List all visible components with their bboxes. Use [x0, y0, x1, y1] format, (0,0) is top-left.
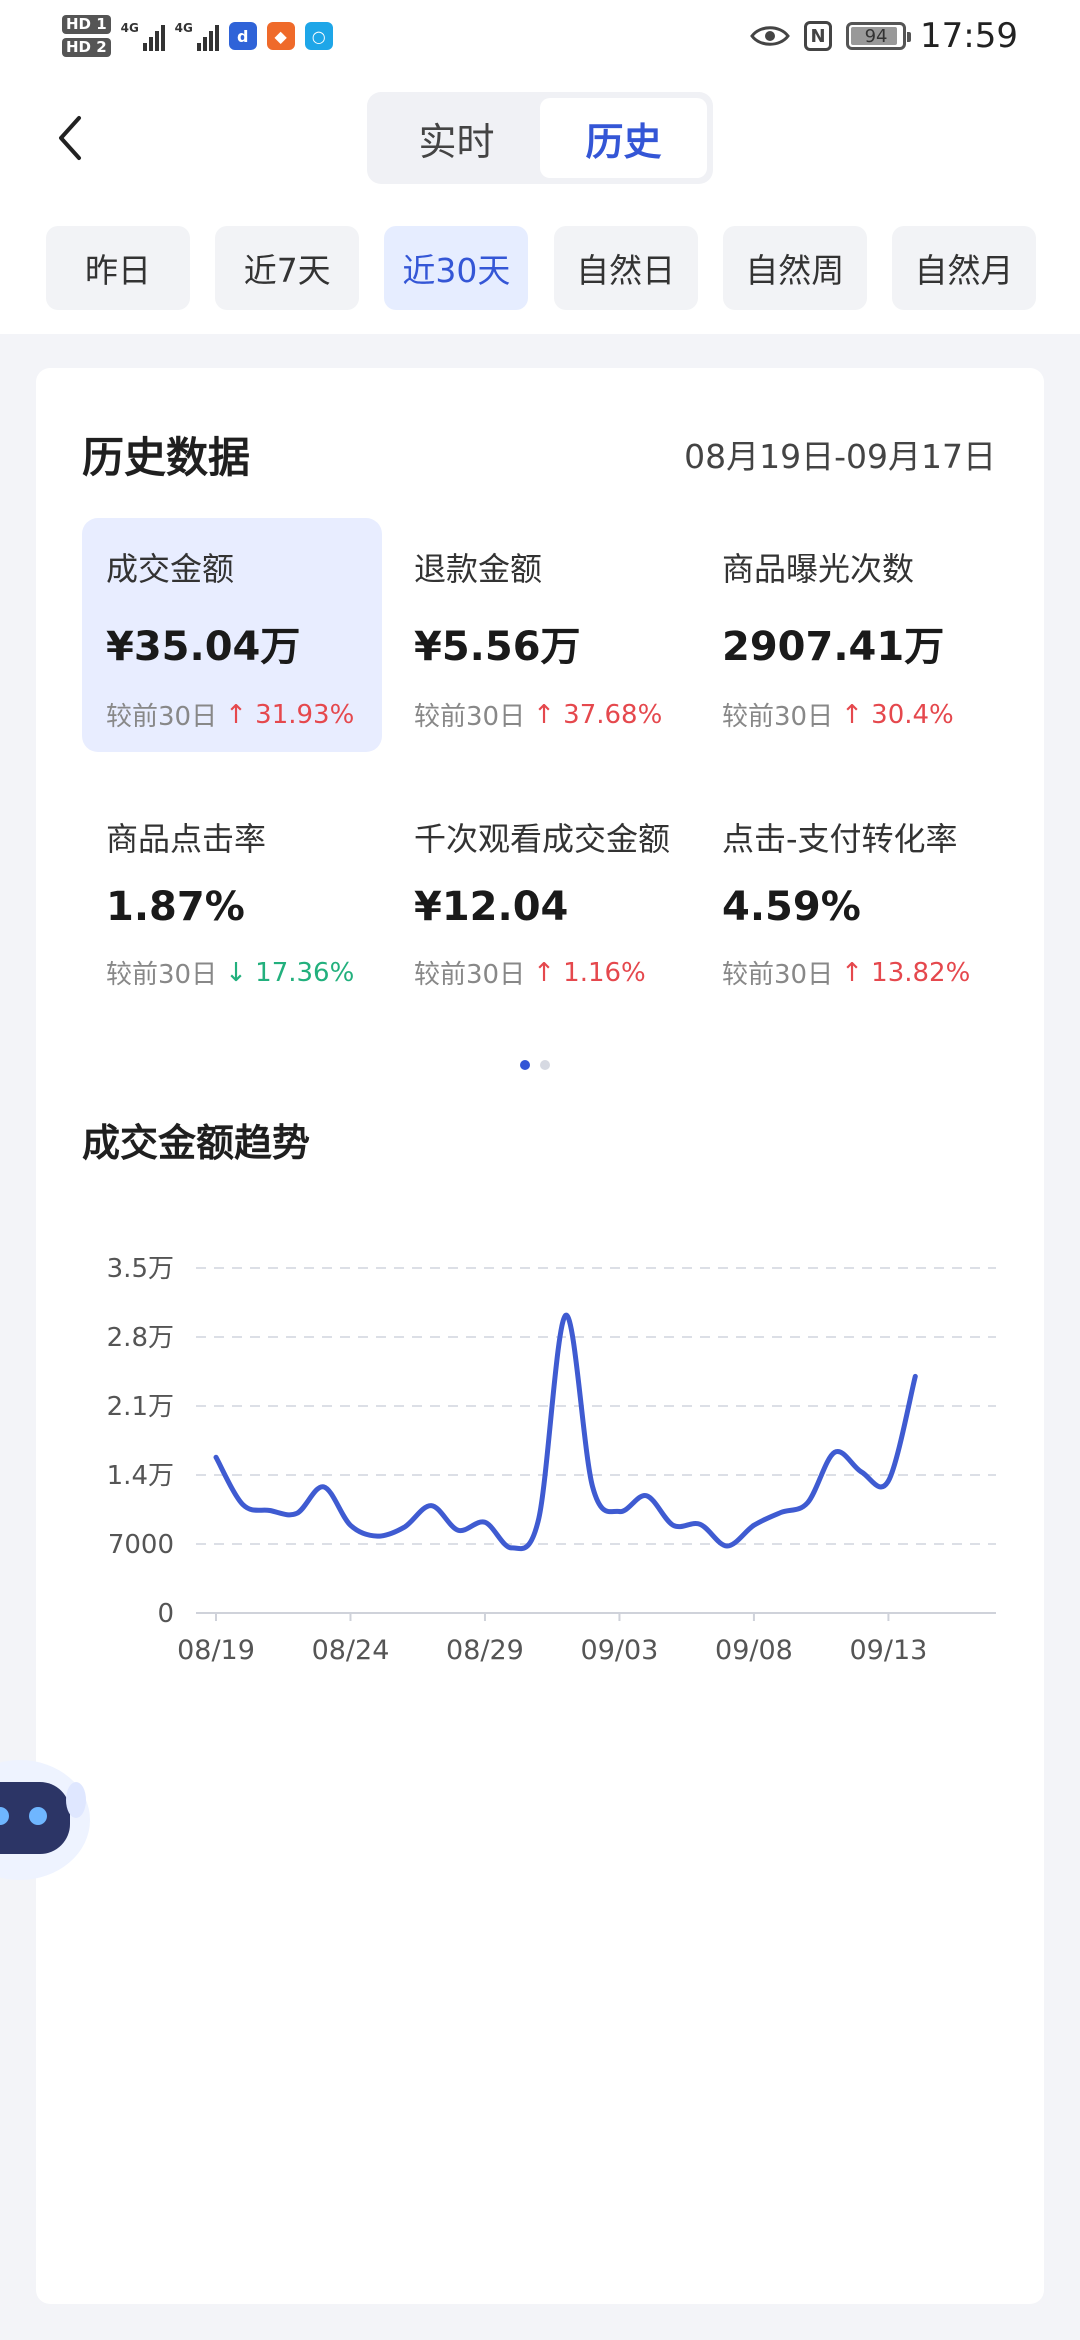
y-tick-label: 1.4万	[107, 1461, 174, 1491]
filter-natural-month[interactable]: 自然月	[891, 226, 1036, 310]
metric-value: ¥12.04	[414, 884, 569, 930]
x-tick-label: 08/19	[177, 1635, 255, 1666]
page-indicator	[520, 1060, 550, 1070]
metric-card-conversion[interactable]: 点击-支付转化率 4.59% 较前30日 ↑ 13.82%	[698, 788, 998, 1022]
metric-label: 成交金额	[106, 550, 235, 588]
metric-compare: 较前30日 ↓ 17.36%	[106, 957, 355, 991]
x-tick-label: 09/03	[581, 1635, 659, 1666]
x-tick-label: 09/13	[850, 1635, 928, 1666]
realtime-history-switch: 实时 历史	[367, 92, 713, 184]
date-range: 08月19日-09月17日	[684, 437, 996, 476]
metric-card-impressions[interactable]: 商品曝光次数 2907.41万 较前30日 ↑ 30.4%	[698, 518, 998, 752]
metric-value: 1.87%	[106, 884, 245, 930]
trend-title: 成交金额趋势	[82, 1121, 311, 1165]
x-tick-label: 09/08	[715, 1635, 793, 1666]
gmv-trend-chart: 0 7000 1.4万 2.1万 2.8万 3.5万 08/19 08/24 08/29 09/0…	[107, 1254, 996, 1666]
x-tick-label: 08/24	[312, 1635, 390, 1666]
gmv-series-line	[213, 1312, 918, 1552]
arrow-up-icon: ↑	[225, 699, 247, 730]
arrow-up-icon: ↑	[841, 957, 863, 988]
metric-card-refund[interactable]: 退款金额 ¥5.56万 较前30日 ↑ 37.68%	[390, 518, 690, 752]
arrow-up-icon: ↑	[533, 957, 555, 988]
filter-7-days[interactable]: 近7天	[215, 226, 360, 310]
metric-compare: 较前30日 ↑ 37.68%	[414, 699, 663, 733]
metric-compare: 较前30日 ↑ 30.4%	[722, 699, 954, 733]
metric-value: 2907.41万	[722, 624, 945, 670]
signal-icon-1: 4G	[121, 21, 165, 51]
filter-natural-week[interactable]: 自然周	[722, 226, 867, 310]
nfc-icon: N	[804, 21, 833, 51]
metric-label: 点击-支付转化率	[722, 820, 958, 858]
page-dot-active	[520, 1060, 530, 1070]
metric-label: 商品曝光次数	[722, 550, 915, 588]
arrow-up-icon: ↑	[533, 699, 555, 730]
metric-value: ¥35.04万	[106, 624, 301, 670]
battery-icon: 94	[846, 22, 912, 50]
signal-icon-2: 4G	[175, 21, 219, 51]
metric-compare: 较前30日 ↑ 31.93%	[106, 699, 355, 733]
app-notification-icon: ◆	[266, 22, 295, 50]
filter-30-days[interactable]: 近30天	[384, 226, 529, 310]
metric-card-ctr[interactable]: 商品点击率 1.87% 较前30日 ↓ 17.36%	[82, 788, 382, 1022]
metric-label: 退款金额	[414, 550, 543, 588]
tab-history[interactable]: 历史	[540, 98, 707, 178]
header-area: HD 1 HD 2 4G 4G d ◆ ○ N 94 17:59 实时 历史 昨…	[0, 0, 1080, 334]
metric-card-gpm[interactable]: 千次观看成交金额 ¥12.04 较前30日 ↑ 1.16%	[390, 788, 690, 1022]
metric-card-gmv[interactable]: 成交金额 ¥35.04万 较前30日 ↑ 31.93%	[82, 518, 382, 752]
history-data-card: 历史数据 08月19日-09月17日 成交金额 ¥35.04万 较前30日 ↑ …	[36, 368, 1044, 2304]
y-tick-label: 7000	[108, 1530, 174, 1560]
sim2-badge: HD 2	[62, 38, 111, 57]
app-notification-icon: d	[228, 22, 257, 50]
y-tick-label: 3.5万	[107, 1254, 174, 1284]
status-bar: HD 1 HD 2 4G 4G d ◆ ○ N 94 17:59	[0, 0, 1080, 72]
x-tick-label: 08/29	[446, 1635, 524, 1666]
tab-realtime[interactable]: 实时	[373, 98, 540, 178]
metric-label: 商品点击率	[106, 820, 267, 858]
clock: 17:59	[920, 16, 1018, 56]
metric-label: 千次观看成交金额	[414, 820, 671, 858]
back-button[interactable]	[48, 110, 92, 166]
section-title: 历史数据	[82, 433, 251, 482]
filter-natural-day[interactable]: 自然日	[553, 226, 698, 310]
chevron-left-icon	[59, 116, 81, 160]
date-filter-bar: 昨日 近7天 近30天 自然日 自然周 自然月	[46, 226, 1036, 310]
filter-yesterday[interactable]: 昨日	[46, 226, 190, 310]
eye-icon	[750, 26, 790, 46]
arrow-down-icon: ↓	[225, 957, 247, 988]
metric-compare: 较前30日 ↑ 1.16%	[414, 957, 646, 991]
metric-value: ¥5.56万	[414, 624, 581, 670]
page-dot	[540, 1060, 550, 1070]
assistant-robot-icon[interactable]	[0, 1740, 100, 1890]
metric-compare: 较前30日 ↑ 13.82%	[722, 957, 971, 991]
y-tick-label: 2.1万	[107, 1392, 174, 1422]
metric-value: 4.59%	[722, 884, 861, 930]
sim1-badge: HD 1	[62, 15, 111, 34]
y-tick-label: 2.8万	[107, 1323, 174, 1353]
arrow-up-icon: ↑	[841, 699, 863, 730]
search-app-icon: ○	[304, 22, 333, 50]
y-tick-label: 0	[157, 1599, 174, 1629]
